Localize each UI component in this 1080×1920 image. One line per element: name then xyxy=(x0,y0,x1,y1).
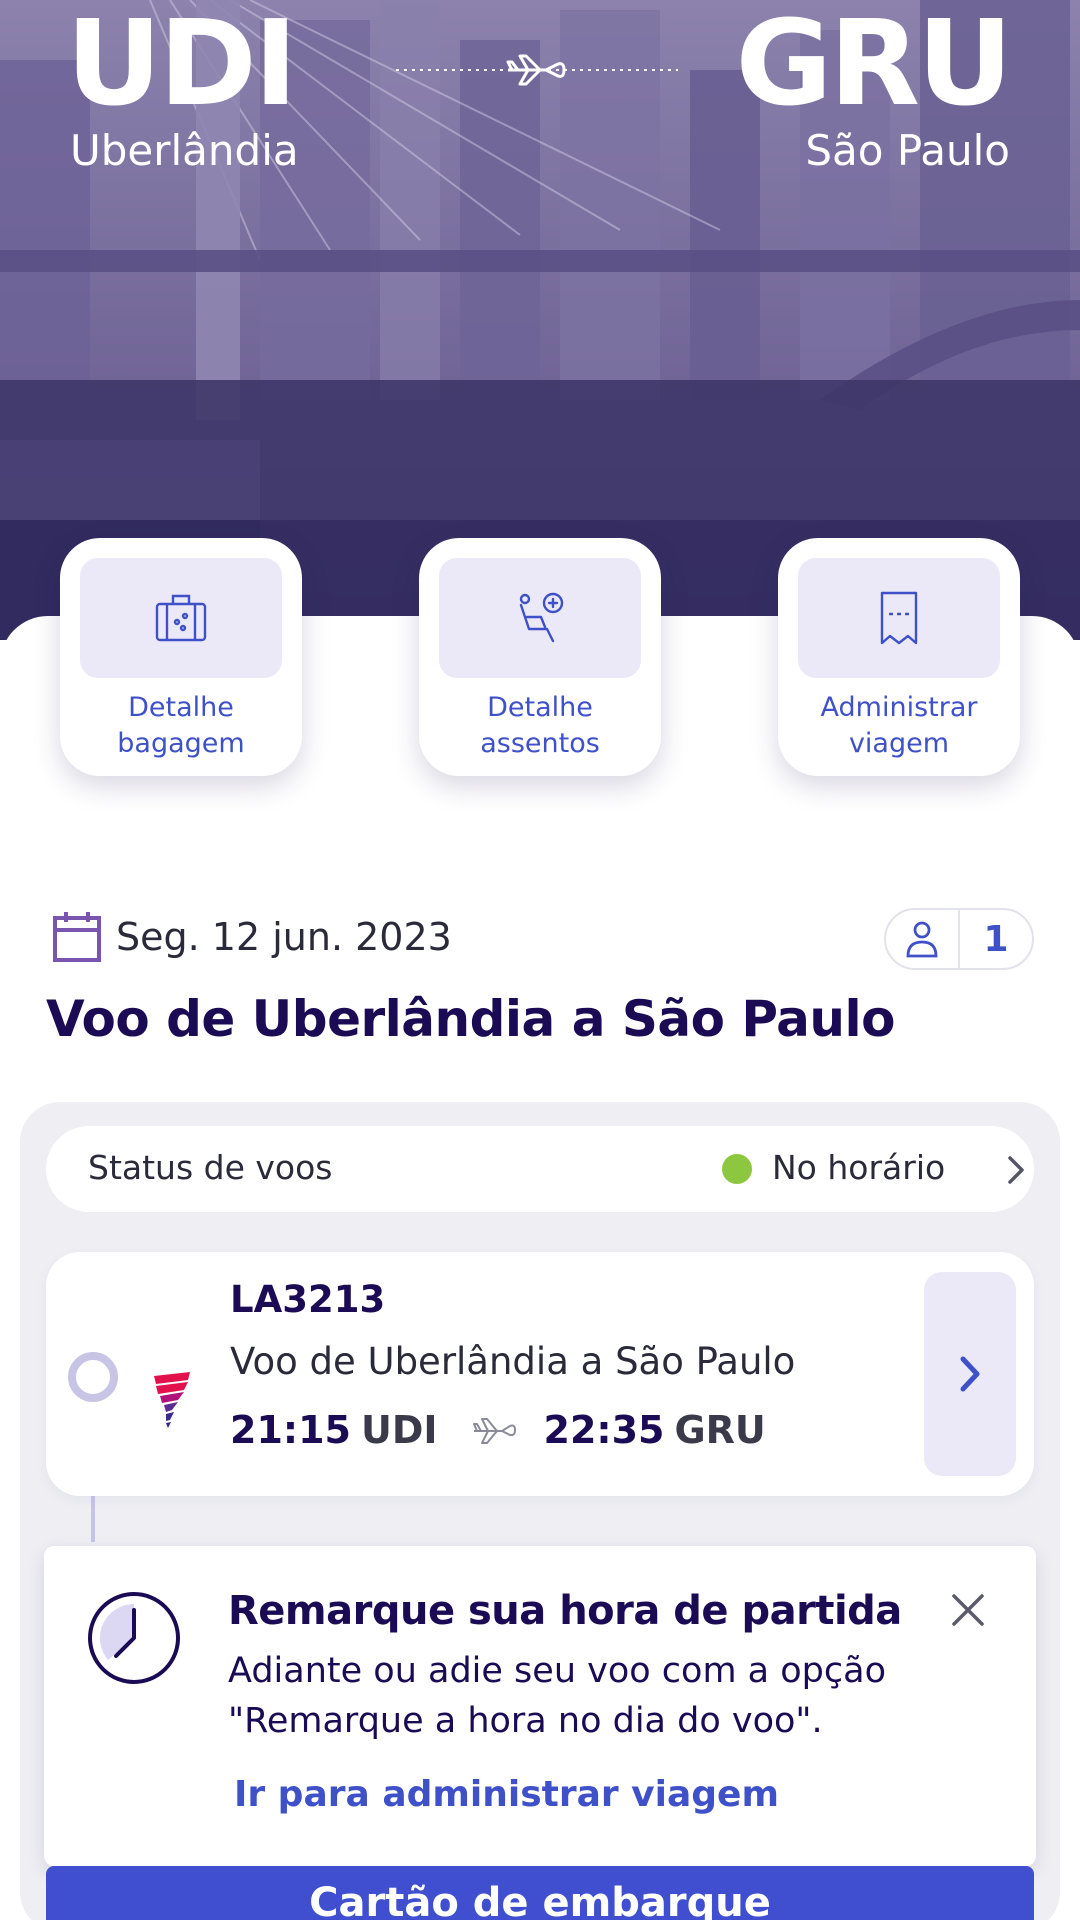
flight-status-label: Status de voos xyxy=(88,1148,333,1187)
seat-icon xyxy=(519,592,564,643)
chevron-right-icon xyxy=(1008,1156,1024,1184)
clock-icon xyxy=(88,1592,180,1684)
passenger-count-chip[interactable]: 1 xyxy=(884,908,1034,970)
seat-tile xyxy=(439,558,641,678)
flight-times: 21:15 UDI 22:35 GRU xyxy=(230,1408,766,1452)
flight-detail-button[interactable] xyxy=(924,1272,1016,1476)
promo-body: Adiante ou adie seu voo com a opção "Rem… xyxy=(228,1651,886,1741)
destination-city: São Paulo xyxy=(805,126,1010,175)
timeline-dot xyxy=(68,1352,118,1402)
flight-card[interactable]: LA3213 Voo de Uberlândia a São Paulo 21:… xyxy=(46,1252,1034,1496)
manage-trip-label: Administrar viagem xyxy=(820,692,978,759)
reschedule-promo-card: Remarque sua hora de partida Adiante ou … xyxy=(44,1546,1036,1866)
departure-time: 21:15 xyxy=(230,1408,351,1452)
chevron-right-icon xyxy=(960,1356,980,1392)
promo-title: Remarque sua hora de partida xyxy=(228,1588,902,1634)
seat-detail-label: Detalhe assentos xyxy=(480,692,600,759)
trip-date: Seg. 12 jun. 2023 xyxy=(52,908,452,966)
arrival-code: GRU xyxy=(674,1408,766,1452)
route-plane-icon xyxy=(396,54,678,86)
plane-icon xyxy=(472,1418,516,1444)
flight-status-value: No horário xyxy=(772,1148,946,1187)
seat-detail-button[interactable]: Detalhe assentos xyxy=(419,538,661,776)
status-indicator-dot xyxy=(722,1154,752,1184)
boarding-pass-button[interactable]: Cartão de embarque xyxy=(46,1866,1034,1920)
destination-code: GRU xyxy=(735,0,1013,132)
passenger-count: 1 xyxy=(983,918,1009,960)
trip-title: Voo de Uberlândia a São Paulo xyxy=(46,990,895,1048)
calendar-icon xyxy=(53,912,101,962)
trip-date-text: Seg. 12 jun. 2023 xyxy=(116,915,452,959)
manage-trip-icon xyxy=(880,591,918,645)
origin-city: Uberlândia xyxy=(70,126,299,175)
flight-status-row[interactable]: Status de voos No horário xyxy=(46,1126,1034,1212)
baggage-tile xyxy=(80,558,282,678)
origin-code: UDI xyxy=(66,0,298,132)
close-icon[interactable] xyxy=(950,1592,986,1628)
manage-trip-link[interactable]: Ir para administrar viagem xyxy=(234,1774,779,1815)
baggage-detail-button[interactable]: Detalhe bagagem xyxy=(60,538,302,776)
manage-trip-tile xyxy=(798,558,1000,678)
baggage-icon xyxy=(155,594,207,642)
manage-trip-button[interactable]: Administrar viagem xyxy=(778,538,1020,776)
passenger-icon-wrap xyxy=(886,910,960,968)
departure-code: UDI xyxy=(360,1408,438,1452)
latam-logo-icon xyxy=(154,1372,190,1428)
baggage-detail-label: Detalhe bagagem xyxy=(117,692,245,759)
arrival-time: 22:35 xyxy=(543,1408,665,1452)
flight-number: LA3213 xyxy=(230,1278,386,1321)
person-icon xyxy=(906,921,938,958)
flight-description: Voo de Uberlândia a São Paulo xyxy=(230,1340,796,1383)
boarding-pass-label: Cartão de embarque xyxy=(309,1880,771,1920)
